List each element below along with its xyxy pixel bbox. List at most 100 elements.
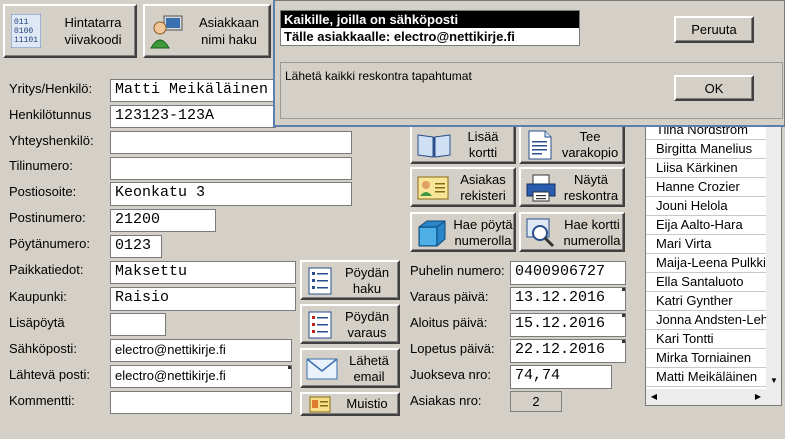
table-booking-label-1: Pöydän bbox=[344, 309, 390, 324]
document-icon bbox=[527, 130, 553, 160]
svg-text:011: 011 bbox=[14, 18, 29, 27]
contact-card-icon bbox=[417, 176, 449, 200]
list-item[interactable]: Kari Tontti bbox=[646, 330, 766, 349]
backup-button[interactable]: Tee varakopio bbox=[519, 124, 625, 164]
booking-date-value: 13.12.2016 bbox=[515, 289, 606, 306]
list-item[interactable]: Mari Virta bbox=[646, 235, 766, 254]
scroll-down-icon[interactable]: ▼ bbox=[766, 373, 781, 389]
find-card-by-number-button[interactable]: Hae kortti numerolla bbox=[519, 212, 625, 252]
send-email-button[interactable]: Lähetä email bbox=[300, 348, 400, 388]
barcode-button[interactable]: 011 0100 11101 Hintatarra viivakoodi bbox=[3, 4, 137, 58]
notepad-icon bbox=[309, 396, 331, 413]
table-number-input[interactable]: 0123 bbox=[110, 235, 162, 258]
id-number-input[interactable]: 123123-123A bbox=[110, 105, 276, 128]
outgoing-mail-input[interactable]: electro@nettikirje.fi bbox=[110, 365, 292, 388]
send-dialog: Kaikille, joilla on sähköposti Tälle asi… bbox=[273, 0, 785, 127]
label-company-person: Yritys/Henkilö: bbox=[9, 81, 93, 96]
label-id-number: Henkilötunnus bbox=[9, 107, 92, 122]
list-item[interactable]: Katri Gynther bbox=[646, 292, 766, 311]
label-postal-code: Postinumero: bbox=[9, 210, 86, 225]
notes-button[interactable]: Muistio bbox=[300, 392, 400, 416]
list-item[interactable]: Jonna Andsten-Lehto bbox=[646, 311, 766, 330]
end-date-input[interactable]: 22.12.2016 bbox=[510, 339, 626, 363]
table-search-button[interactable]: Pöydän haku bbox=[300, 260, 400, 300]
list-item[interactable]: Matti Meikäläinen bbox=[646, 368, 766, 387]
running-number-input[interactable]: 74,74 bbox=[510, 365, 612, 389]
horizontal-scrollbar[interactable]: ◀ ▶ bbox=[646, 389, 781, 405]
list-item[interactable]: Birgitta Manelius bbox=[646, 140, 766, 159]
list-item[interactable]: Liisa Kärkinen bbox=[646, 159, 766, 178]
city-input[interactable]: Raisio bbox=[110, 287, 296, 311]
scroll-right-icon[interactable]: ▶ bbox=[750, 389, 766, 405]
backup-label-2: varakopio bbox=[561, 145, 619, 160]
extra-table-input[interactable] bbox=[110, 313, 166, 336]
postal-address-input[interactable]: Keonkatu 3 bbox=[110, 182, 352, 206]
label-outgoing-mail: Lähtevä posti: bbox=[9, 367, 90, 382]
vertical-scrollbar[interactable]: ▼ bbox=[766, 111, 781, 389]
add-card-label-2: kortti bbox=[468, 145, 498, 160]
cube-icon bbox=[417, 219, 447, 247]
add-card-label-1: Lisää bbox=[467, 129, 499, 144]
account-number-input[interactable] bbox=[110, 157, 352, 180]
table-booking-label-2: varaus bbox=[347, 325, 387, 340]
start-date-value: 15.12.2016 bbox=[515, 315, 606, 332]
dialog-option-list[interactable]: Kaikille, joilla on sähköposti Tälle asi… bbox=[280, 10, 580, 46]
customer-list-items: Jaakko HiltunenTiina NordströmBirgitta M… bbox=[646, 111, 766, 387]
list-item[interactable]: Mirka Torniainen bbox=[646, 349, 766, 368]
send-email-label-2: email bbox=[353, 369, 385, 384]
list-item[interactable]: Hanne Crozier bbox=[646, 178, 766, 197]
customer-list[interactable]: Jaakko HiltunenTiina NordströmBirgitta M… bbox=[645, 110, 782, 406]
send-email-label-1: Lähetä bbox=[349, 353, 389, 368]
postal-code-input[interactable]: 21200 bbox=[110, 209, 216, 232]
label-postal-address: Postiosoite: bbox=[9, 184, 77, 199]
scroll-left-icon[interactable]: ◀ bbox=[646, 389, 662, 405]
find-card-label-2: numerolla bbox=[563, 233, 621, 248]
customer-number-field: 2 bbox=[510, 391, 562, 412]
phone-input[interactable]: 0400906727 bbox=[510, 261, 626, 285]
customer-search-label-2: nimi haku bbox=[201, 32, 257, 47]
show-ledger-button[interactable]: Näytä reskontra bbox=[519, 167, 625, 207]
list-item[interactable]: Jouni Helola bbox=[646, 197, 766, 216]
label-customer-number: Asiakas nro: bbox=[410, 393, 482, 408]
label-email: Sähköposti: bbox=[9, 341, 77, 356]
list-item[interactable]: Ella Santaluoto bbox=[646, 273, 766, 292]
booking-date-input[interactable]: 13.12.2016 bbox=[510, 287, 626, 311]
field-resize-marker bbox=[622, 314, 625, 317]
label-contact-person: Yhteyshenkilö: bbox=[9, 133, 94, 148]
table-booking-button[interactable]: Pöydän varaus bbox=[300, 304, 400, 344]
ok-label: OK bbox=[704, 81, 724, 96]
find-table-label-1: Hae pöytä bbox=[453, 217, 513, 232]
table-search-label-2: haku bbox=[352, 281, 382, 296]
outgoing-mail-value: electro@nettikirje.fi bbox=[115, 368, 226, 383]
label-extra-table: Lisäpöytä bbox=[9, 315, 65, 330]
location-info-input[interactable]: Maksettu bbox=[110, 261, 296, 284]
find-table-label-2: numerolla bbox=[454, 233, 512, 248]
start-date-input[interactable]: 15.12.2016 bbox=[510, 313, 626, 337]
customer-registry-label-2: rekisteri bbox=[460, 188, 506, 203]
find-table-by-number-button[interactable]: Hae pöytä numerolla bbox=[410, 212, 516, 252]
add-card-button[interactable]: Lisää kortti bbox=[410, 124, 516, 164]
list-item[interactable]: Maija-Leena Pulkkinen bbox=[646, 254, 766, 273]
customer-name-search-button[interactable]: Asiakkaan nimi haku bbox=[143, 4, 271, 58]
svg-text:0100: 0100 bbox=[14, 27, 33, 36]
barcode-icon: 011 0100 11101 bbox=[10, 13, 42, 49]
notes-label: Muistio bbox=[346, 396, 388, 411]
label-location-info: Paikkatiedot: bbox=[9, 262, 84, 277]
customer-registry-button[interactable]: Asiakas rekisteri bbox=[410, 167, 516, 207]
contact-person-input[interactable] bbox=[110, 131, 352, 154]
comment-input[interactable] bbox=[110, 391, 292, 414]
customer-registry-label-1: Asiakas bbox=[460, 172, 506, 187]
list-red-icon bbox=[308, 311, 332, 339]
label-comment: Kommentti: bbox=[9, 393, 75, 408]
dialog-option-this-customer[interactable]: Tälle asiakkaalle: electro@nettikirje.fi bbox=[281, 28, 579, 45]
field-resize-marker bbox=[622, 340, 625, 343]
person-computer-icon bbox=[150, 14, 184, 50]
ok-button[interactable]: OK bbox=[674, 75, 754, 101]
cancel-button[interactable]: Peruuta bbox=[674, 16, 754, 43]
dialog-option-all-with-email[interactable]: Kaikille, joilla on sähköposti bbox=[281, 11, 579, 28]
email-input[interactable]: electro@nettikirje.fi bbox=[110, 339, 292, 362]
label-start-date: Aloitus päivä: bbox=[410, 315, 488, 330]
company-person-input[interactable]: Matti Meikäläinen bbox=[110, 79, 276, 102]
label-phone: Puhelin numero: bbox=[410, 263, 505, 278]
list-item[interactable]: Eija Aalto-Hara bbox=[646, 216, 766, 235]
